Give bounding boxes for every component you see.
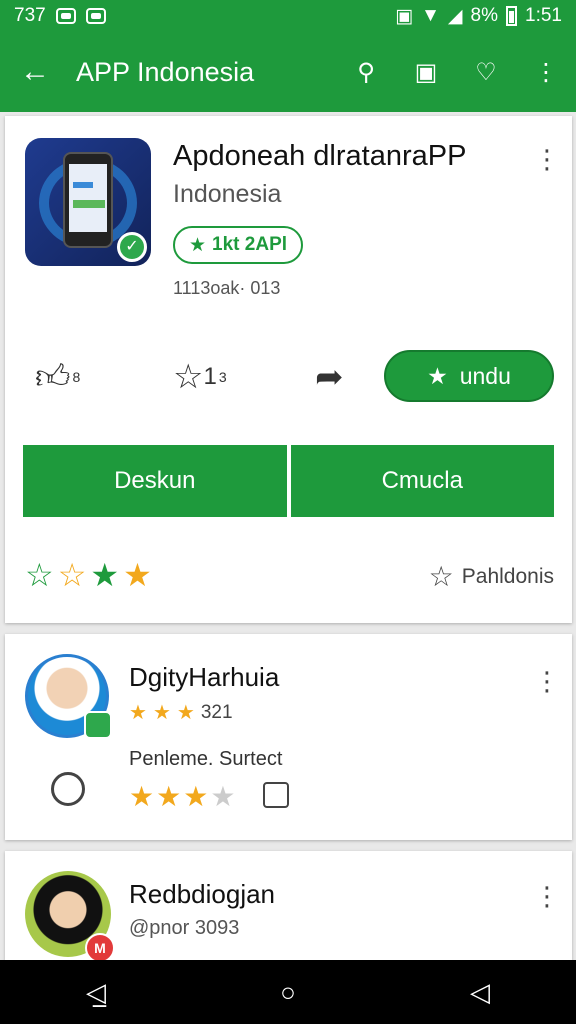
share-button[interactable]: ➦ — [315, 350, 344, 404]
system-nav-bar: ◁̲ ○ ◁ — [0, 960, 576, 1024]
review-stars: ★ ★ ★ ★ — [129, 780, 235, 813]
pahldonis-label: Pahldonis — [461, 564, 554, 588]
favorite-button[interactable]: ☆ 1 3 — [173, 350, 227, 404]
recent-nav-icon[interactable]: ◁ — [440, 977, 520, 1008]
more-vert-icon[interactable]: ⋮ — [516, 32, 576, 112]
reviewer-name: DgityHarhuia — [129, 662, 280, 692]
status-bar: 737 ▣ ▼ ◢ 8% 1:51 — [0, 0, 576, 32]
clock: 1:51 — [525, 5, 562, 26]
home-nav-icon[interactable]: ○ — [248, 977, 328, 1008]
reviewer-rating: ★ ★ ★ 321 — [129, 700, 233, 725]
back-nav-icon[interactable]: ◁̲ — [56, 977, 136, 1008]
more-vert-icon[interactable]: ⋮ — [534, 668, 560, 694]
signal-icon: ◢ — [447, 5, 463, 27]
pahldonis-link[interactable]: ☆ Pahldonis — [429, 560, 554, 593]
app-logo: ✓ — [25, 138, 151, 266]
app-bar: ← APP Indonesia ⚲ ▣ ♡ ⋮ — [0, 32, 576, 112]
review-card: M Redbdiogjan @pnor 3093 ⋮ — [5, 851, 572, 961]
location-icon[interactable] — [51, 772, 85, 806]
install-label: undu — [459, 362, 511, 389]
rating-pill-text: 1kt 2APl — [212, 234, 288, 255]
star-filled-icon: ★ — [156, 781, 182, 812]
window-icon[interactable]: ▣ — [396, 32, 456, 112]
star-icon: ★ — [152, 702, 171, 724]
star-filled-icon: ★ — [129, 781, 155, 812]
star-outline-yellow-icon[interactable]: ☆ — [58, 556, 87, 594]
gmail-badge-icon: M — [85, 933, 115, 961]
primary-buttons: Deskun Cmucla — [23, 445, 554, 517]
reviewer-handle: @pnor 3093 — [129, 917, 240, 939]
reviewer-name: Redbdiogjan — [129, 879, 276, 909]
star-outline-icon: ☆ — [173, 358, 204, 396]
vibrate-icon: ▣ — [395, 5, 414, 27]
heart-icon[interactable]: ♡ — [456, 32, 516, 112]
star-filled-yellow-icon[interactable]: ★ — [123, 556, 152, 594]
reviewer-score: 321 — [200, 701, 233, 723]
wifi-icon: ▼ — [421, 5, 440, 26]
app-detail-card: ✓ Apdoneah dlratanraPP Indonesia ★ 1kt 2… — [5, 116, 572, 623]
star-icon: ★ — [189, 234, 207, 256]
verified-check-icon: ✓ — [117, 232, 147, 262]
back-arrow-icon[interactable]: ← — [0, 32, 70, 112]
review-text: Penleme. Surtect — [129, 748, 283, 770]
downloads-info: 1113oak· 013 — [173, 278, 281, 298]
avatar[interactable]: M — [25, 871, 115, 961]
star-icon: ★ — [129, 702, 147, 724]
star-empty-icon: ★ — [210, 781, 236, 812]
chat-icon — [85, 8, 106, 24]
install-button[interactable]: ★ undu — [384, 350, 554, 402]
more-vert-icon[interactable]: ⋮ — [534, 146, 560, 172]
star-filled-icon: ★ — [183, 781, 209, 812]
more-vert-icon[interactable]: ⋮ — [534, 883, 560, 909]
square-icon[interactable] — [263, 782, 289, 808]
right-action-button[interactable]: Cmucla — [290, 445, 554, 517]
star-filled-green-icon[interactable]: ★ — [90, 556, 119, 594]
status-left-text: 737 — [14, 5, 46, 26]
app-name: Apdoneah dlratanraPP — [173, 140, 467, 172]
app-subtitle: Indonesia — [173, 180, 282, 208]
star-count: 1 — [203, 363, 217, 390]
search-icon[interactable]: ⚲ — [336, 32, 396, 112]
thumbs-up-icon: 👍︎ — [35, 357, 71, 396]
like-button[interactable]: 👍︎ 8 — [35, 350, 80, 404]
battery-icon — [506, 6, 518, 26]
like-count: 8 — [72, 369, 81, 385]
review-card: DgityHarhuia ★ ★ ★ 321 ⋮ Penleme. Surtec… — [5, 634, 572, 840]
star-sup: 3 — [218, 369, 227, 385]
message-icon — [55, 8, 76, 24]
badge-icon — [84, 711, 112, 739]
share-icon: ➦ — [315, 358, 344, 396]
action-row: 👍︎ 8 ☆ 1 3 ➦ ★ undu — [5, 350, 572, 404]
page-title: APP Indonesia — [76, 56, 255, 87]
star-outline-icon: ☆ — [428, 561, 454, 592]
star-icon: ★ — [427, 362, 448, 389]
rating-stars[interactable]: ☆ ☆ ★ ★ — [25, 556, 152, 594]
star-icon: ★ — [176, 702, 195, 724]
avatar[interactable] — [25, 654, 112, 739]
star-outline-icon[interactable]: ☆ — [25, 556, 54, 594]
left-action-button[interactable]: Deskun — [23, 445, 287, 517]
rating-badge[interactable]: ★ 1kt 2APl — [173, 226, 304, 264]
battery-percent: 8% — [470, 5, 499, 26]
